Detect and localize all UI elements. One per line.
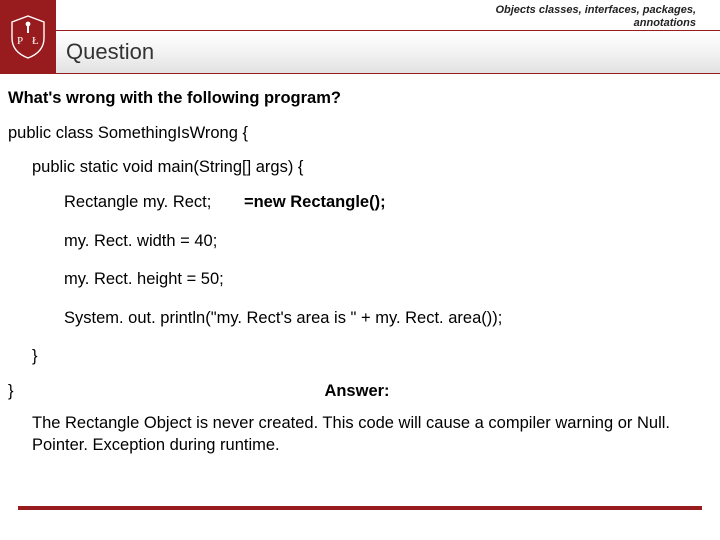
answer-text: The Rectangle Object is never created. T… [32, 412, 706, 457]
answer-label: Answer: [8, 381, 706, 402]
code-line-2: public static void main(String[] args) { [32, 157, 706, 178]
shield-logo-icon: P Ł [8, 14, 48, 60]
code-line-3b: =new Rectangle(); [244, 193, 386, 211]
answer-row: } Answer: [8, 381, 706, 402]
code-line-5: my. Rect. height = 50; [64, 269, 706, 290]
page-title: Question [66, 39, 154, 65]
code-line-3: Rectangle my. Rect; =new Rectangle(); [64, 192, 706, 213]
footer-rule [18, 506, 702, 510]
code-line-3a: Rectangle my. Rect; [64, 193, 211, 211]
code-line-6: System. out. println("my. Rect's area is… [64, 308, 706, 329]
title-bar: Question [56, 30, 720, 74]
logo-block: P Ł [0, 0, 56, 74]
code-line-7: } [32, 346, 706, 367]
svg-text:P: P [17, 35, 23, 47]
slide-header: P Ł Objects classes, interfaces, package… [0, 0, 720, 74]
breadcrumb-line2: annotations [495, 17, 696, 30]
svg-text:Ł: Ł [32, 35, 39, 47]
breadcrumb: Objects classes, interfaces, packages, a… [495, 4, 696, 29]
code-line-4: my. Rect. width = 40; [64, 231, 706, 252]
code-line-1: public class SomethingIsWrong { [8, 123, 706, 144]
slide-content: What's wrong with the following program?… [0, 74, 720, 456]
breadcrumb-line1: Objects classes, interfaces, packages, [495, 4, 696, 17]
question-heading: What's wrong with the following program? [8, 88, 706, 109]
